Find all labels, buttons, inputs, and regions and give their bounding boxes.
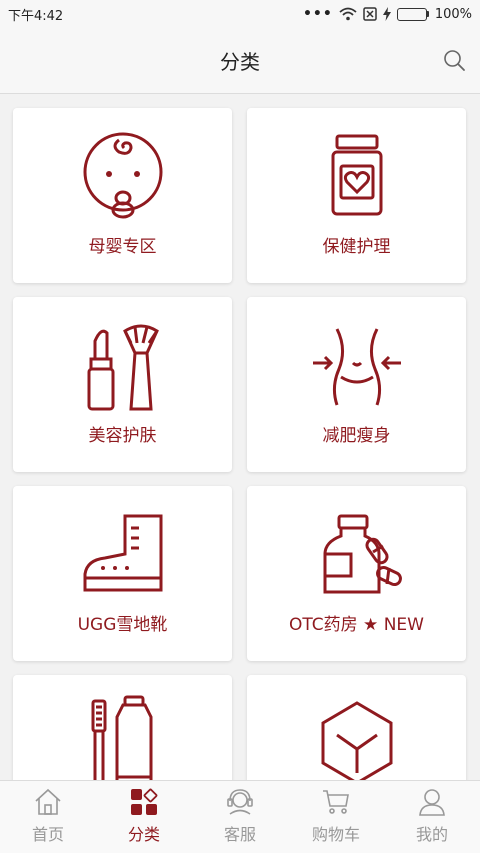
category-label: 母婴专区 [88,237,157,257]
home-icon [35,788,61,815]
category-card-5[interactable]: OTC药房 ★ NEW [247,486,466,661]
boot-icon [83,514,162,592]
cart-icon [323,790,349,814]
category-label: 美容护肤 [88,426,157,446]
pill-bottle-icon [323,514,402,594]
slim-waist-icon [312,328,401,406]
tab-category[interactable]: 分类 [96,781,192,853]
box-icon [321,701,392,780]
tab-label: 我的 [415,825,448,844]
category-label: OTC药房 ★ NEW [289,615,424,635]
baby-face-icon [83,132,162,219]
category-card-6[interactable] [13,675,232,780]
category-label: 保健护理 [322,237,391,257]
category-card-3[interactable]: 减肥瘦身 [247,297,466,472]
status-icons: ••• 100% [303,6,472,22]
category-card-7[interactable] [247,675,466,780]
more-dots-icon: ••• [302,6,333,22]
bottom-tab-bar: 首页 分类 客服 购物车 我的 [0,780,480,853]
tab-label: 分类 [127,825,160,844]
tab-home[interactable]: 首页 [0,781,96,853]
battery-percent: 100% [434,6,472,22]
tab-label: 购物车 [311,825,360,844]
tab-cart[interactable]: 购物车 [288,781,384,853]
category-label: UGG雪地靴 [77,615,168,635]
toothbrush-toothpaste-icon [91,695,152,780]
supplement-jar-heart-icon [331,134,382,216]
battery-icon [396,7,429,21]
customer-service-icon [227,789,253,815]
tab-label: 客服 [223,825,256,844]
tab-label: 首页 [31,825,64,844]
lipstick-brush-icon [87,324,159,411]
tab-me[interactable]: 我的 [384,781,480,853]
category-card-1[interactable]: 保健护理 [247,108,466,283]
user-icon [419,789,445,816]
top-bar: 分类 [0,28,480,94]
no-sim-icon [363,7,377,21]
category-card-4[interactable]: UGG雪地靴 [13,486,232,661]
category-card-2[interactable]: 美容护肤 [13,297,232,472]
status-bar: 下午4:42 ••• 100% [0,0,480,28]
search-icon[interactable] [442,48,466,72]
status-time: 下午4:42 [8,8,64,24]
category-grid-icon [131,788,158,815]
category-grid: 母婴专区 保健护理 美容护肤 减肥瘦身 UGG雪地靴 OTC药房 ★ NEW [0,95,480,780]
tab-customer-service[interactable]: 客服 [192,781,288,853]
category-card-0[interactable]: 母婴专区 [13,108,232,283]
charging-icon [382,7,391,21]
wifi-icon [339,7,357,21]
page-title: 分类 [220,50,260,74]
category-label: 减肥瘦身 [322,426,391,446]
